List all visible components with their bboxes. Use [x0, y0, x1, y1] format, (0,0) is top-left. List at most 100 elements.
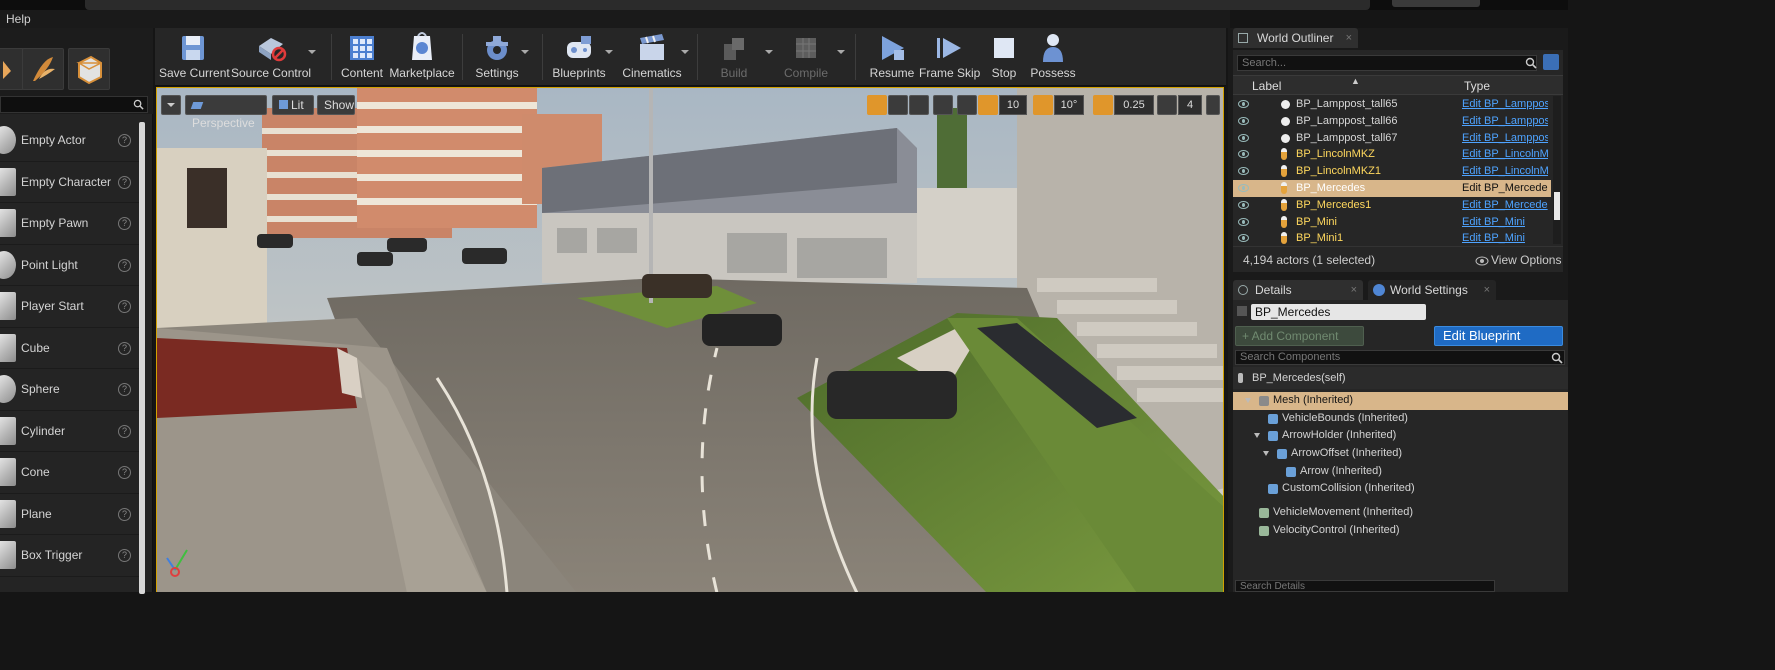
edit-blueprint-link[interactable]: Edit BP_Mercede: [1462, 180, 1548, 197]
help-icon[interactable]: ?: [118, 549, 131, 562]
help-icon[interactable]: ?: [118, 424, 131, 438]
component-row[interactable]: VelocityControl (Inherited): [1233, 522, 1568, 540]
mode-geometry-tab[interactable]: [68, 48, 110, 90]
add-component-button[interactable]: + Add Component: [1235, 326, 1364, 346]
edit-blueprint-button[interactable]: Edit Blueprint: [1434, 326, 1563, 346]
maximize-viewport-icon[interactable]: [1206, 95, 1220, 115]
help-icon[interactable]: ?: [118, 217, 131, 230]
edit-blueprint-link[interactable]: Edit BP_LincolnM: [1462, 163, 1548, 180]
place-item[interactable]: Empty Actor?: [0, 120, 140, 162]
lit-view-mode-button[interactable]: Lit: [272, 95, 314, 115]
mode-foliage-tab[interactable]: [22, 48, 64, 90]
visibility-eye-icon[interactable]: [1238, 183, 1249, 192]
grid-snap-value[interactable]: 10: [999, 95, 1027, 115]
blueprints-dropdown-arrow[interactable]: [605, 50, 613, 54]
translate-gizmo-icon[interactable]: [867, 95, 887, 115]
menu-help[interactable]: Help: [6, 12, 31, 26]
place-item[interactable]: Player Start?: [0, 286, 140, 328]
blueprints-button[interactable]: Blueprints: [549, 28, 609, 86]
source-control-dropdown-arrow[interactable]: [308, 50, 316, 54]
world-settings-tab[interactable]: World Settings ×: [1368, 280, 1496, 300]
place-item[interactable]: Box Trigger?: [0, 535, 140, 577]
help-icon[interactable]: ?: [118, 341, 131, 355]
build-button[interactable]: Build: [707, 28, 761, 86]
build-dropdown-arrow[interactable]: [765, 50, 773, 54]
place-item[interactable]: Cube?: [0, 328, 140, 369]
place-item[interactable]: Sphere?: [0, 369, 140, 411]
visibility-eye-icon[interactable]: [1238, 133, 1249, 142]
perspective-button[interactable]: Perspective: [185, 95, 267, 130]
save-current-button[interactable]: Save Current: [159, 28, 230, 86]
edit-blueprint-link[interactable]: Edit BP_Lamppos: [1462, 113, 1548, 130]
level-viewport[interactable]: Perspective Lit Show 10 10° 0.25 4: [156, 87, 1224, 592]
component-self-row[interactable]: BP_Mercedes(self): [1233, 367, 1568, 389]
visibility-eye-icon[interactable]: [1238, 234, 1249, 243]
compile-button[interactable]: Compile: [779, 28, 833, 86]
resume-button[interactable]: Resume: [863, 28, 921, 86]
marketplace-button[interactable]: Marketplace: [389, 28, 455, 86]
outliner-row[interactable]: BP_Lamppost_tall67 Edit BP_Lamppos: [1233, 130, 1551, 147]
possess-button[interactable]: Possess: [1027, 28, 1079, 86]
scale-gizmo-icon[interactable]: [909, 95, 929, 115]
camera-speed-value[interactable]: 4: [1178, 95, 1202, 115]
place-item[interactable]: Cone?: [0, 452, 140, 494]
close-icon[interactable]: ×: [1484, 280, 1490, 300]
view-options-button[interactable]: View Options: [1491, 247, 1561, 273]
viewport-options-button[interactable]: [161, 95, 181, 115]
component-row[interactable]: Mesh (Inherited): [1233, 392, 1568, 410]
help-icon[interactable]: ?: [118, 175, 131, 189]
component-row[interactable]: VehicleBounds (Inherited): [1233, 410, 1568, 428]
cinematics-dropdown-arrow[interactable]: [681, 50, 689, 54]
help-icon[interactable]: ?: [118, 258, 131, 272]
help-icon[interactable]: ?: [118, 507, 131, 521]
scale-snap-icon[interactable]: [1093, 95, 1113, 115]
component-row[interactable]: Arrow (Inherited): [1233, 463, 1568, 481]
rotate-gizmo-icon[interactable]: [888, 95, 908, 115]
visibility-eye-icon[interactable]: [1238, 150, 1249, 159]
show-flags-button[interactable]: Show: [317, 95, 355, 115]
settings-dropdown-arrow[interactable]: [521, 50, 529, 54]
component-row[interactable]: ArrowOffset (Inherited): [1233, 445, 1568, 463]
scale-snap-value[interactable]: 0.25: [1114, 95, 1154, 115]
help-icon[interactable]: ?: [118, 466, 131, 479]
details-tab[interactable]: Details ×: [1233, 280, 1363, 300]
outliner-row[interactable]: BP_Mini1 Edit BP_Mini: [1233, 230, 1551, 247]
grid-snap-icon[interactable]: [978, 95, 998, 115]
stop-button[interactable]: Stop: [981, 28, 1027, 86]
close-icon[interactable]: ×: [1351, 280, 1357, 300]
edit-blueprint-link[interactable]: Edit BP_LincolnM: [1462, 146, 1548, 163]
place-item[interactable]: Empty Character?: [0, 162, 140, 203]
place-search-input[interactable]: [0, 96, 148, 113]
scrollbar-thumb[interactable]: [1554, 192, 1560, 220]
visibility-eye-icon[interactable]: [1238, 217, 1249, 226]
edit-blueprint-link[interactable]: Edit BP_Mini: [1462, 214, 1548, 231]
outliner-row[interactable]: BP_Lamppost_tall66 Edit BP_Lamppos: [1233, 113, 1551, 130]
type-column-header[interactable]: Type: [1464, 79, 1490, 93]
edit-blueprint-link[interactable]: Edit BP_Mercede: [1462, 197, 1548, 214]
help-icon[interactable]: ?: [118, 300, 131, 313]
outliner-search-input[interactable]: Search...: [1237, 55, 1537, 71]
add-actor-icon[interactable]: [1543, 54, 1559, 70]
world-outliner-tab[interactable]: World Outliner ×: [1233, 28, 1358, 48]
close-icon[interactable]: ×: [1346, 28, 1352, 48]
object-name-field[interactable]: BP_Mercedes: [1251, 304, 1426, 320]
edit-blueprint-link[interactable]: Edit BP_Lamppos: [1462, 96, 1548, 113]
place-item[interactable]: Point Light?: [0, 245, 140, 286]
component-row[interactable]: CustomCollision (Inherited): [1233, 480, 1568, 498]
outliner-row[interactable]: BP_Mini Edit BP_Mini: [1233, 214, 1551, 231]
outliner-row[interactable]: BP_LincolnMKZ1 Edit BP_LincolnM: [1233, 163, 1551, 180]
expand-arrow-icon[interactable]: [1245, 398, 1251, 403]
edit-blueprint-link[interactable]: Edit BP_Lamppos: [1462, 130, 1548, 147]
place-list-scrollbar[interactable]: [139, 122, 145, 594]
compile-dropdown-arrow[interactable]: [837, 50, 845, 54]
frame-skip-button[interactable]: Frame Skip: [919, 28, 980, 86]
visibility-eye-icon[interactable]: [1238, 200, 1249, 209]
place-item[interactable]: Empty Pawn?: [0, 203, 140, 245]
surface-snap-icon[interactable]: [957, 95, 977, 115]
visibility-eye-icon[interactable]: [1238, 167, 1249, 176]
outliner-row[interactable]: BP_LincolnMKZ Edit BP_LincolnM: [1233, 146, 1551, 163]
place-item[interactable]: Cylinder?: [0, 411, 140, 452]
expand-arrow-icon[interactable]: [1263, 451, 1269, 457]
outliner-row[interactable]: BP_Mercedes Edit BP_Mercede: [1233, 179, 1551, 197]
cinematics-button[interactable]: Cinematics: [621, 28, 683, 86]
